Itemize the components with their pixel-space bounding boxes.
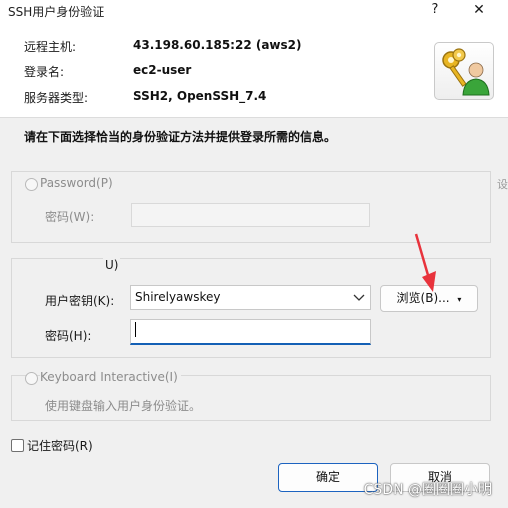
connection-info-panel: 远程主机: 43.198.60.185:22 (aws2) 登录名: ec2-u… — [0, 22, 508, 118]
instruction-text: 请在下面选择恰当的身份验证方法并提供登录所需的信息。 — [24, 130, 337, 144]
keyboard-interactive-radio[interactable] — [25, 372, 38, 385]
password-input[interactable] — [131, 203, 370, 227]
chevron-down-icon — [353, 294, 365, 301]
csdn-watermark: CSDN @圈圈圈小明 — [363, 482, 492, 498]
server-type-label: 服务器类型: — [24, 91, 89, 105]
public-key-radio-label[interactable]: U) — [103, 258, 121, 272]
user-key-select[interactable]: Shirelyawskey — [130, 285, 371, 310]
keyboard-interactive-description: 使用键盘输入用户身份验证。 — [45, 399, 202, 413]
password-field-label: 密码(W): — [45, 210, 95, 224]
remember-password-checkbox[interactable] — [11, 439, 24, 452]
close-button[interactable]: ✕ — [466, 0, 492, 22]
passphrase-input[interactable] — [130, 319, 371, 345]
clipped-edge-text: 设 — [497, 178, 508, 191]
user-key-label: 用户密钥(K): — [45, 294, 115, 308]
password-radio-label: Password(P) — [40, 176, 113, 190]
title-bar: SSH用户身份验证 ? ✕ — [0, 0, 508, 22]
passphrase-label: 密码(H): — [45, 329, 92, 343]
browse-button[interactable]: 浏览(B)... ▾ — [380, 285, 478, 312]
remote-host-value: 43.198.60.185:22 (aws2) — [133, 38, 302, 52]
server-type-value: SSH2, OpenSSH_7.4 — [133, 89, 267, 103]
keyboard-interactive-label: Keyboard Interactive(I) — [40, 370, 181, 384]
login-name-label: 登录名: — [24, 65, 65, 79]
text-cursor — [135, 322, 136, 337]
login-name-value: ec2-user — [133, 63, 192, 77]
dropdown-caret-icon: ▾ — [457, 295, 462, 304]
keys-user-icon — [434, 42, 494, 100]
help-button[interactable]: ? — [424, 0, 446, 22]
remote-host-label: 远程主机: — [24, 40, 77, 54]
window-title: SSH用户身份验证 — [8, 5, 105, 19]
password-radio[interactable] — [25, 178, 38, 191]
browse-button-label: 浏览(B)... — [396, 291, 450, 305]
remember-password-label: 记住密码(R) — [27, 439, 93, 453]
